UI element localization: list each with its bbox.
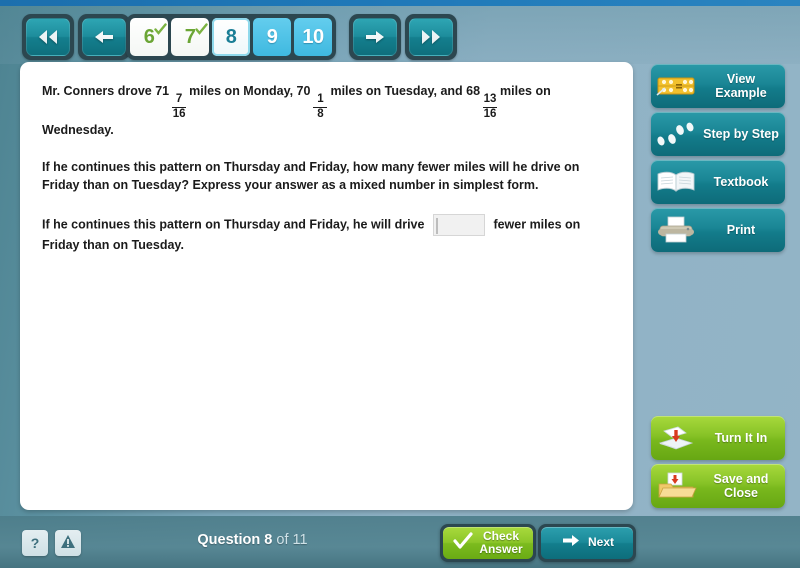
bottom-bar: ? Question 8 of 11 Check Answer Next [0,516,800,568]
fraction-numerator: 7 [175,93,183,105]
question-number: 8 [264,532,273,548]
prev-page-button[interactable] [82,18,126,56]
checkmark-icon [453,531,473,555]
problem-statement-line-1: Mr. Conners drove 71 7 16 miles on Monday, … [42,82,611,139]
page-tab-6[interactable]: 6 [130,18,168,56]
fraction-denominator: 16 [172,108,186,121]
view-example-button[interactable]: View Example [651,64,785,108]
page-tab-7[interactable]: 7 [171,18,209,56]
answer-input-wrapper[interactable] [432,213,485,236]
report-problem-button[interactable] [55,530,81,556]
arrow-right-icon [363,28,387,46]
view-example-label: View Example [715,72,767,100]
prev-page-button-frame [78,14,130,60]
turn-it-in-button[interactable]: Turn It In [651,416,785,460]
page-tab-label: 9 [266,25,278,48]
page-number-strip: 6 7 8 9 10 [126,14,336,60]
page-tab-10[interactable]: 10 [294,18,332,56]
next-page-button-frame [349,14,401,60]
check-answer-frame: Check Answer [440,524,536,562]
first-page-button-frame [22,14,74,60]
step-by-step-button[interactable]: Step by Step [651,112,785,156]
problem-text-c: miles on Tuesday, and 68 [330,84,481,98]
page-tab-label: 7 [184,25,196,48]
page-tab-9[interactable]: 9 [253,18,291,56]
problem-text-b: miles on Monday, 70 [189,84,311,98]
check-answer-button[interactable]: Check Answer [443,527,533,559]
page-tab-8[interactable]: 8 [212,18,250,56]
print-label: Print [726,223,756,237]
save-and-close-label: Save and Close [713,472,769,500]
mixed-fraction-2: 18 [313,93,328,121]
inbox-tray-icon [651,424,701,452]
open-book-icon [651,169,701,195]
fraction-denominator: 16 [483,108,497,121]
fraction-numerator: 1 [317,93,324,105]
top-navigation-bar: 6 7 8 9 10 [0,6,800,64]
help-button[interactable]: ? [22,530,48,556]
footprints-icon [651,121,701,147]
save-and-close-button[interactable]: Save and Close [651,464,785,508]
printer-icon [651,216,701,244]
arrow-right-icon [560,532,582,554]
completed-check-icon [195,19,208,35]
answer-input[interactable] [435,217,438,234]
save-folder-icon [651,472,701,500]
check-answer-label: Check Answer [479,528,523,556]
fraction-denominator: 8 [317,108,324,121]
fraction-numerator: 13 [483,93,497,105]
page-tab-label: 8 [225,25,237,48]
app-root: 6 7 8 9 10 Mr. Conners drove 71 7 16 mil… [0,0,800,568]
page-tab-label: 10 [302,25,324,48]
next-question-label: Next [587,535,614,550]
next-question-button[interactable]: Next [541,527,633,559]
textbook-button[interactable]: Textbook [651,160,785,204]
turn-it-in-label: Turn It In [714,431,768,445]
next-question-frame: Next [538,524,636,562]
textbook-label: Textbook [713,175,769,189]
question-content-panel: Mr. Conners drove 71 7 16 miles on Monday, … [20,62,633,510]
last-page-button[interactable] [409,18,453,56]
next-page-button[interactable] [353,18,397,56]
question-total: of 11 [276,532,308,548]
mixed-fraction-1: 7 16 [172,93,187,121]
answer-sentence-prefix: If he continues this pattern on Thursday… [42,217,425,232]
step-by-step-label: Step by Step [703,127,779,141]
question-counter: Question 8 of 11 [175,532,330,548]
forward-double-right-icon [419,28,443,46]
problem-statement-line-2: If he continues this pattern on Thursday… [42,159,580,192]
rewind-double-left-icon [36,28,60,46]
warning-triangle-icon [60,534,76,552]
page-tab-label: 6 [143,25,155,48]
question-counter-label: Question [197,532,261,548]
question-mark-icon: ? [30,535,40,551]
arrow-left-icon [92,28,116,46]
mixed-fraction-3: 13 16 [483,93,498,121]
abacus-icon [651,75,701,97]
first-page-button[interactable] [26,18,70,56]
print-button[interactable]: Print [651,208,785,252]
answer-sentence: If he continues this pattern on Thursday… [42,213,611,254]
problem-text-a: Mr. Conners drove 71 [42,84,170,98]
completed-check-icon [154,19,167,35]
last-page-button-frame [405,14,457,60]
